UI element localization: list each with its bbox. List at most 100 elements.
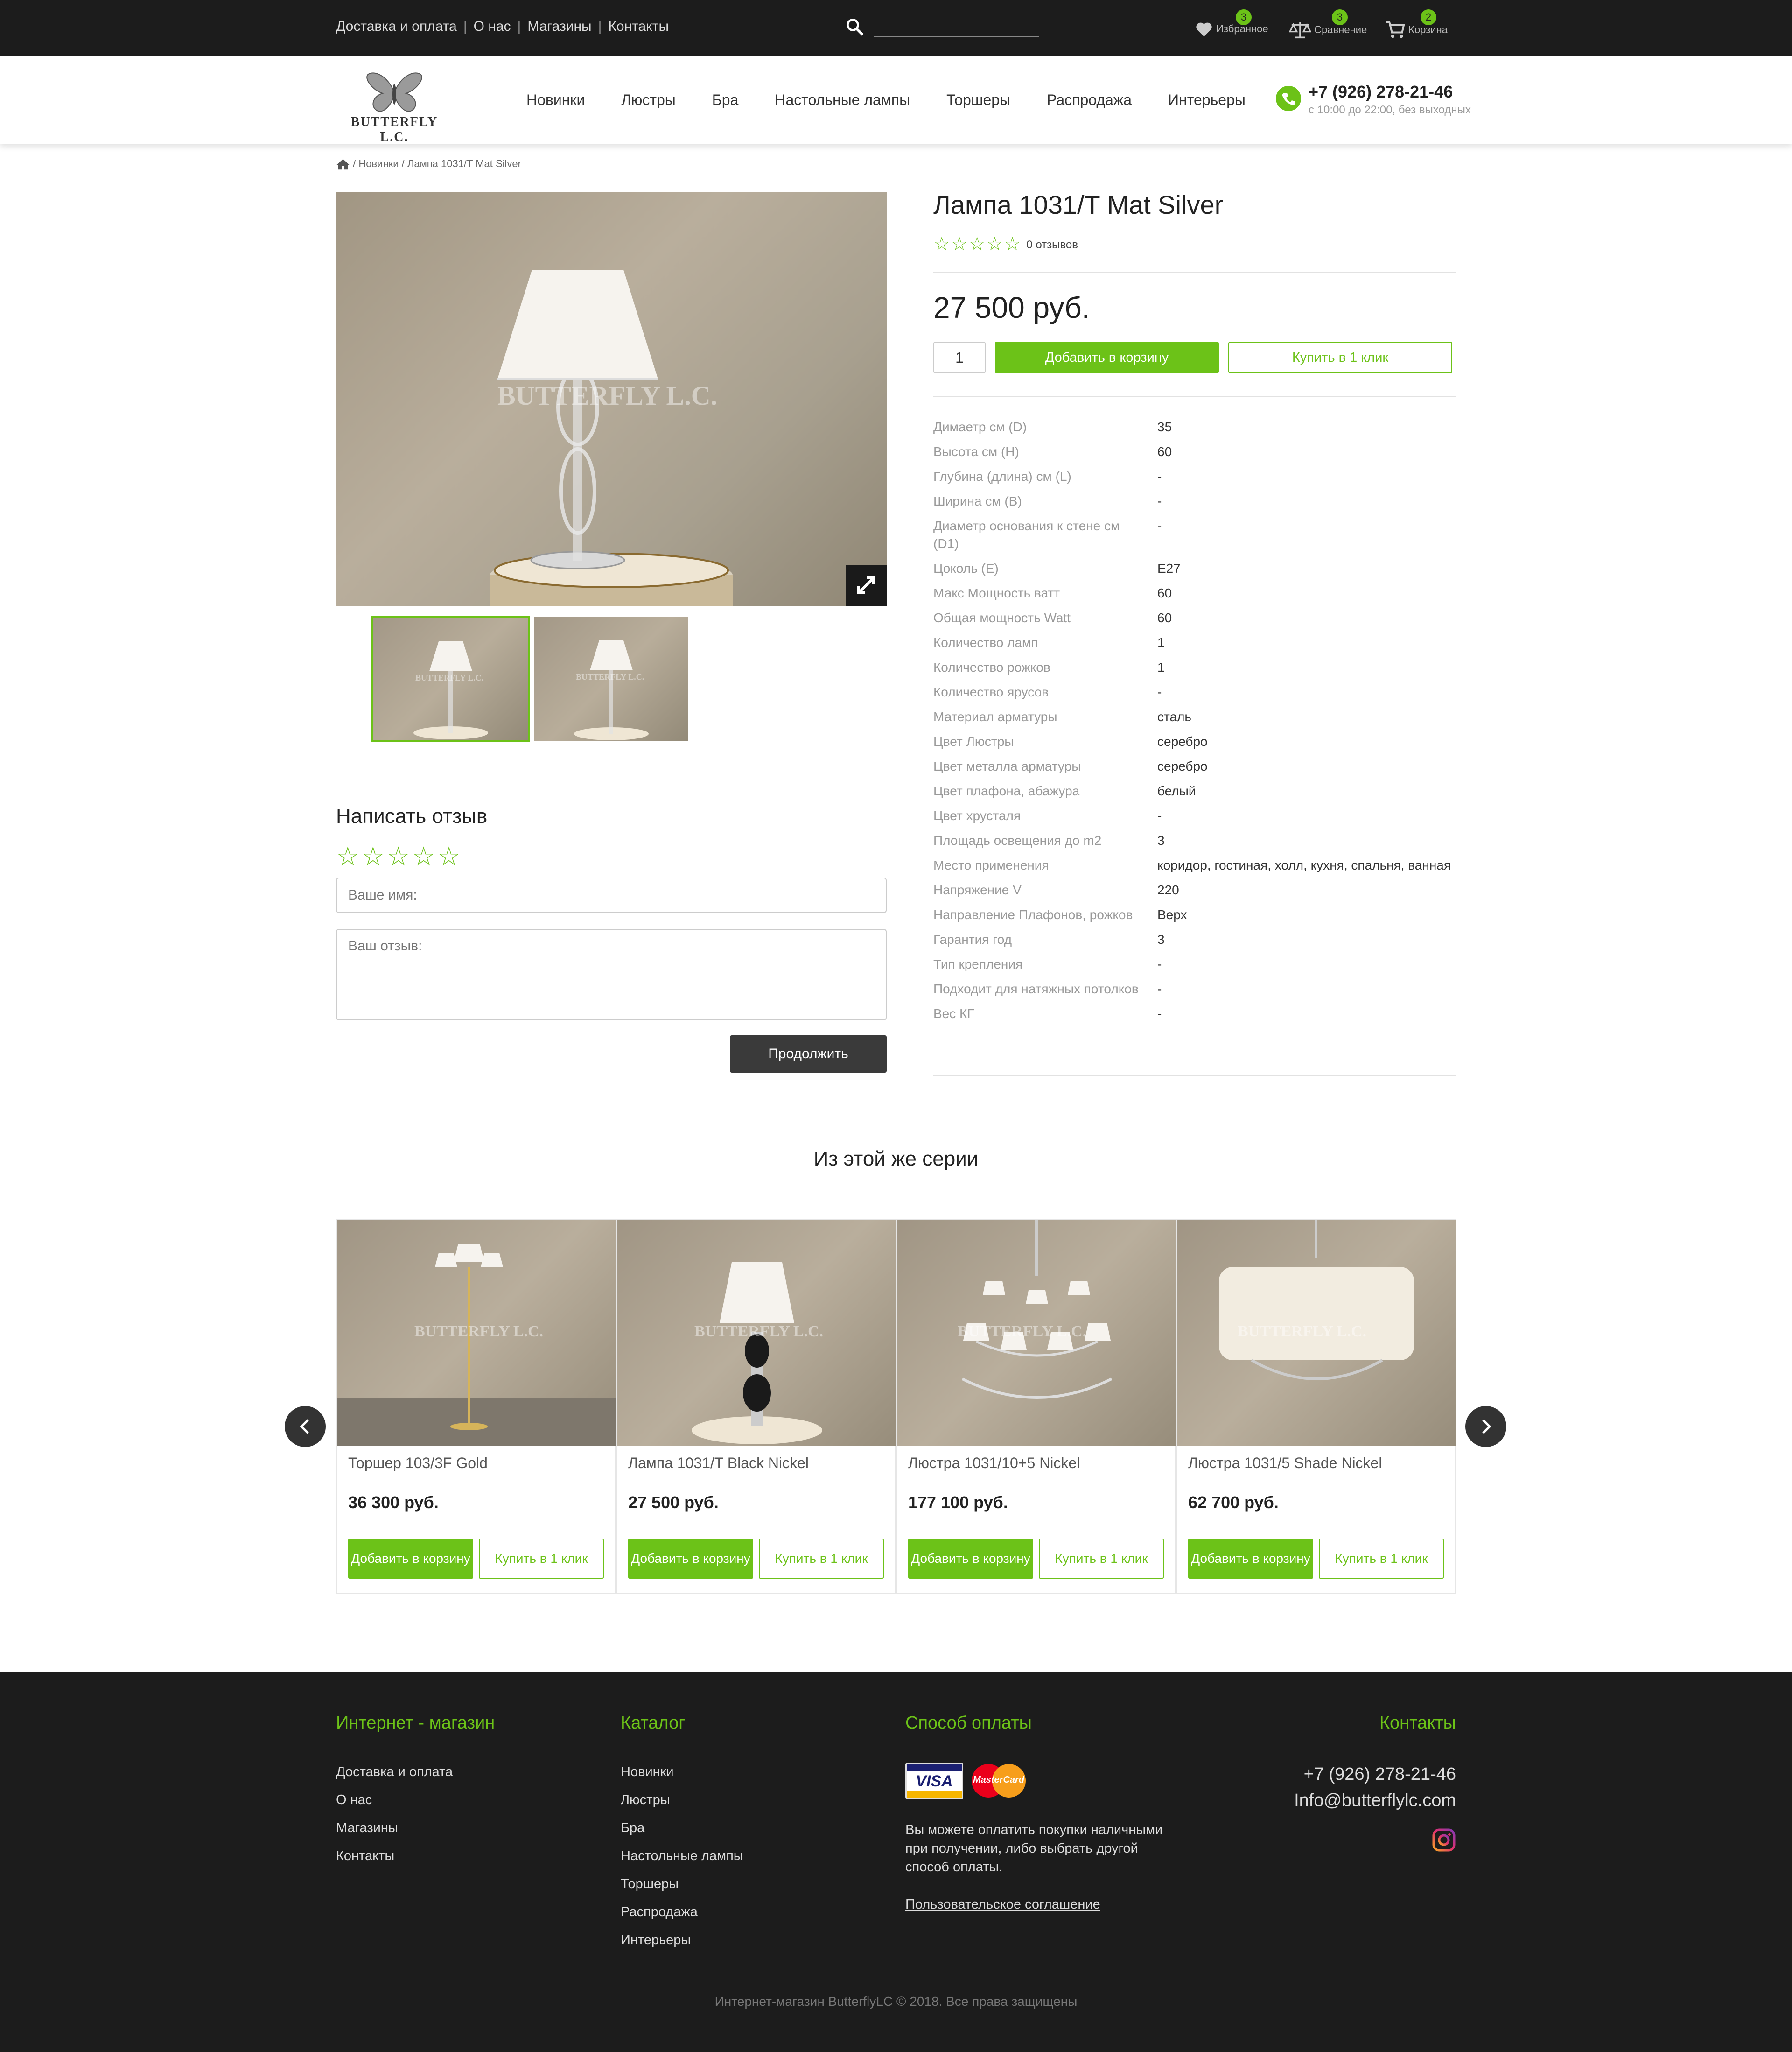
terms-link[interactable]: Пользовательское соглашение (905, 1897, 1100, 1912)
thumbnail-1[interactable]: BUTTERFLY L.C. (371, 616, 530, 742)
carousel-next-button[interactable] (1465, 1406, 1506, 1447)
product-main-image[interactable]: BUTTERFLY L.C. (336, 192, 887, 606)
spec-label: Цоколь (E) (933, 561, 999, 576)
spec-label: Ширина см (B) (933, 494, 1022, 508)
compare-link[interactable]: 3 Сравнение (1288, 9, 1367, 39)
series-buy-one-click-button[interactable]: Купить в 1 клик (759, 1539, 884, 1579)
footer-link-delivery[interactable]: Доставка и оплата (336, 1764, 453, 1792)
footer-link-chandeliers[interactable]: Люстры (621, 1792, 743, 1820)
buy-one-click-button[interactable]: Купить в 1 клик (1228, 342, 1452, 373)
instagram-icon[interactable] (1432, 1828, 1456, 1852)
favorites-link[interactable]: 3 Избранное (1195, 9, 1268, 37)
footer-email[interactable]: Info@butterflylc.com (1294, 1791, 1456, 1811)
search-input[interactable] (874, 18, 1039, 37)
rating-star-icon[interactable]: ☆ (386, 842, 412, 871)
watermark: BUTTERFLY L.C. (415, 673, 484, 682)
series-card[interactable]: BUTTERFLY L.C. Лампа 1031/T Black Nickel… (616, 1219, 896, 1594)
spec-value: - (1157, 494, 1162, 508)
spec-label: Цвет плафона, абажура (933, 784, 1080, 798)
breadcrumb-new[interactable]: Новинки (358, 158, 399, 169)
top-link-delivery[interactable]: Доставка и оплата (336, 19, 457, 34)
spec-value: E27 (1157, 561, 1181, 576)
series-card-name[interactable]: Лампа 1031/T Black Nickel (628, 1455, 809, 1472)
home-icon[interactable] (336, 158, 350, 170)
series-add-to-cart-button[interactable]: Добавить в корзину (908, 1539, 1033, 1579)
nav-item-table-lamps[interactable]: Настольные лампы (775, 91, 910, 108)
footer-link-sale[interactable]: Распродажа (621, 1904, 743, 1933)
phone-icon (1276, 86, 1301, 111)
review-submit-button[interactable]: Продолжить (730, 1035, 887, 1073)
footer-link-table-lamps[interactable]: Настольные лампы (621, 1848, 743, 1876)
spec-row: Количество рожков 1 (933, 659, 1456, 676)
footer-link-floor-lamps[interactable]: Торшеры (621, 1876, 743, 1904)
rating-star-icon[interactable]: ☆ (361, 842, 386, 871)
series-card-name[interactable]: Люстра 1031/5 Shade Nickel (1188, 1455, 1382, 1472)
spec-value: коридор, гостиная, холл, кухня, спальня,… (1157, 858, 1451, 872)
spec-row: Гарантия год 3 (933, 931, 1456, 949)
footer-link-interiors[interactable]: Интерьеры (621, 1933, 743, 1961)
series-card-name[interactable]: Люстра 1031/10+5 Nickel (908, 1455, 1080, 1472)
search-icon[interactable] (845, 17, 865, 37)
series-card-name[interactable]: Торшер 103/3F Gold (348, 1455, 488, 1472)
top-link-separator: | (517, 19, 521, 34)
spec-row: Место применения коридор, гостиная, холл,… (933, 857, 1456, 874)
footer-link-stores[interactable]: Магазины (336, 1820, 453, 1848)
nav-item-new[interactable]: Новинки (526, 91, 585, 108)
nav-item-chandeliers[interactable]: Люстры (621, 91, 675, 108)
footer-phone[interactable]: +7 (926) 278-21-46 (1304, 1764, 1456, 1785)
series-card-image[interactable]: BUTTERFLY L.C. (617, 1220, 896, 1446)
spec-label: Материал арматуры (933, 710, 1057, 724)
rating-star-icon: ☆☆☆☆☆ (933, 234, 1022, 254)
nav-item-sale[interactable]: Распродажа (1047, 91, 1132, 108)
footer-link-contacts[interactable]: Контакты (336, 1848, 453, 1876)
top-link-stores[interactable]: Магазины (527, 19, 591, 34)
spec-value: 60 (1157, 586, 1172, 600)
series-card-image[interactable]: BUTTERFLY L.C. (1177, 1220, 1456, 1446)
spec-row: Цвет металла арматуры серебро (933, 758, 1456, 775)
spec-label: Димаетр см (D) (933, 420, 1027, 434)
series-add-to-cart-button[interactable]: Добавить в корзину (1188, 1539, 1313, 1579)
phone-number[interactable]: +7 (926) 278-21-46 (1309, 82, 1453, 102)
top-link-about[interactable]: О нас (474, 19, 511, 34)
expand-image-button[interactable] (846, 565, 887, 606)
series-buy-one-click-button[interactable]: Купить в 1 клик (1039, 1539, 1164, 1579)
carousel-prev-button[interactable] (285, 1406, 326, 1447)
cart-link[interactable]: 2 Корзина (1385, 9, 1448, 39)
scales-icon (1288, 22, 1312, 39)
footer-link-new[interactable]: Новинки (621, 1764, 743, 1792)
series-card-image[interactable]: BUTTERFLY L.C. (897, 1220, 1176, 1446)
review-rating-input[interactable]: ☆☆☆☆☆ (336, 841, 462, 872)
nav-item-interiors[interactable]: Интерьеры (1168, 91, 1246, 108)
spec-label: Цвет Люстры (933, 734, 1014, 749)
review-text-input[interactable] (336, 929, 887, 1020)
series-card[interactable]: BUTTERFLY L.C. Торшер 103/3F Gold 36 300… (336, 1219, 616, 1594)
review-count[interactable]: 0 отзывов (1026, 239, 1078, 251)
series-card[interactable]: BUTTERFLY L.C. Люстра 1031/5 Shade Nicke… (1176, 1219, 1456, 1594)
logo[interactable]: BUTTERFLY L.C. (336, 70, 453, 144)
series-add-to-cart-button[interactable]: Добавить в корзину (348, 1539, 473, 1579)
series-card-image[interactable]: BUTTERFLY L.C. (337, 1220, 616, 1446)
series-buy-one-click-button[interactable]: Купить в 1 клик (1319, 1539, 1444, 1579)
footer-link-about[interactable]: О нас (336, 1792, 453, 1820)
footer-link-sconces[interactable]: Бра (621, 1820, 743, 1848)
visa-logo-text: VISA (916, 1772, 953, 1790)
add-to-cart-button[interactable]: Добавить в корзину (995, 342, 1219, 373)
rating-star-icon[interactable]: ☆ (336, 842, 361, 871)
review-title: Написать отзыв (336, 805, 488, 828)
watermark: BUTTERFLY L.C. (497, 380, 718, 411)
series-add-to-cart-button[interactable]: Добавить в корзину (628, 1539, 753, 1579)
series-buy-one-click-button[interactable]: Купить в 1 клик (479, 1539, 604, 1579)
quantity-input[interactable] (933, 342, 986, 373)
spec-row: Цвет Люстры серебро (933, 733, 1456, 751)
nav-item-sconces[interactable]: Бра (712, 91, 739, 108)
review-name-input[interactable] (336, 878, 887, 913)
spec-row: Напряжение V 220 (933, 881, 1456, 899)
spec-value: - (1157, 1006, 1162, 1021)
nav-item-floor-lamps[interactable]: Торшеры (946, 91, 1010, 108)
series-card[interactable]: BUTTERFLY L.C. Люстра 1031/10+5 Nickel 1… (896, 1219, 1176, 1594)
top-link-contacts[interactable]: Контакты (608, 19, 669, 34)
spec-label: Направление Плафонов, рожков (933, 907, 1133, 922)
rating-star-icon[interactable]: ☆ (412, 842, 437, 871)
rating-star-icon[interactable]: ☆ (437, 842, 462, 871)
thumbnail-2[interactable]: BUTTERFLY L.C. (534, 617, 688, 741)
